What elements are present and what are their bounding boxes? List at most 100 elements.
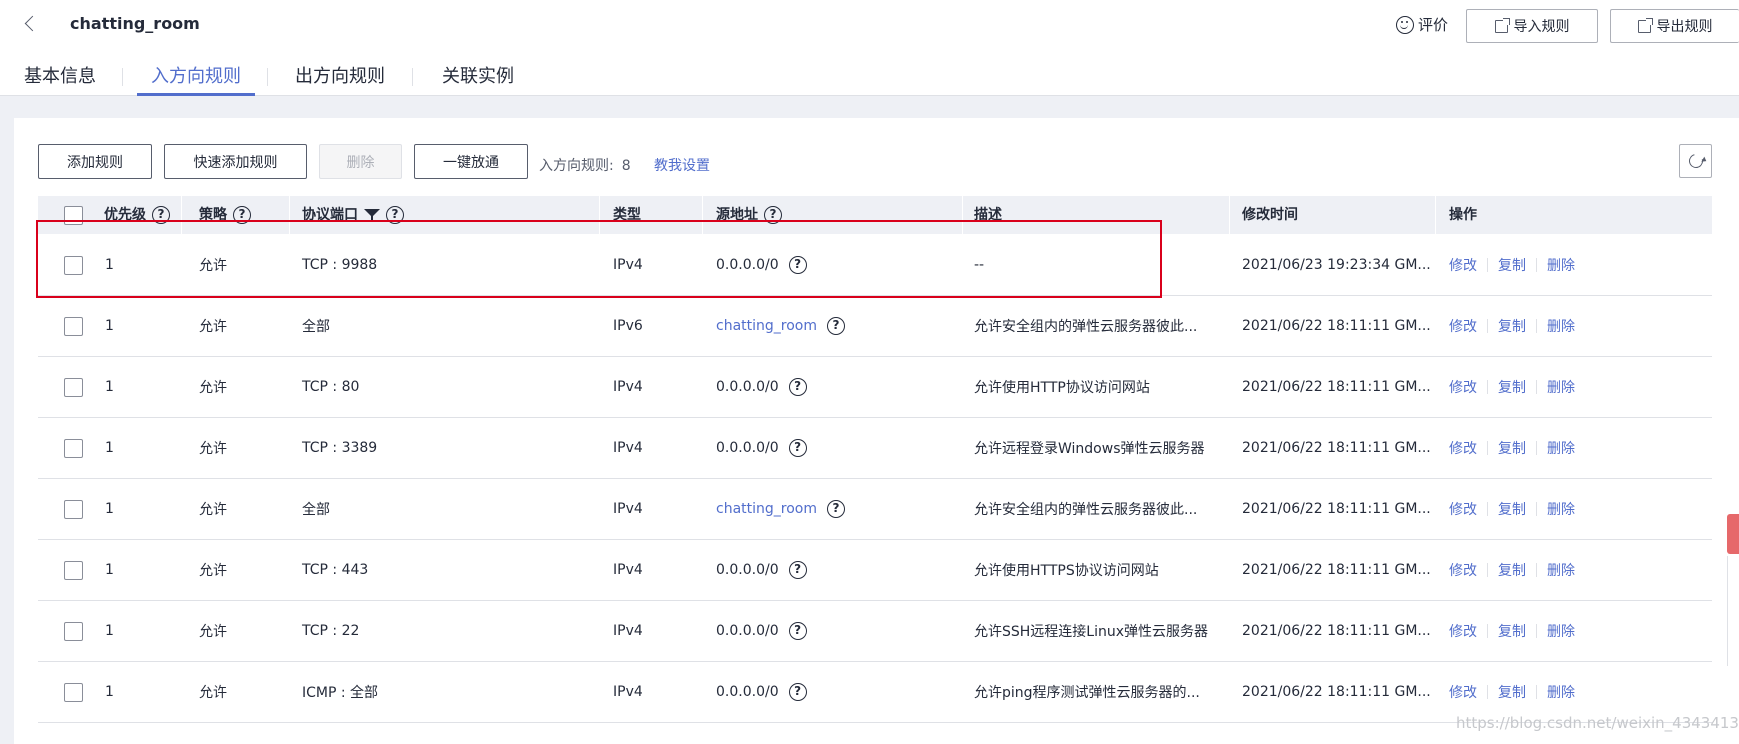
- copy-link[interactable]: 复制: [1498, 682, 1526, 702]
- row-checkbox[interactable]: [64, 682, 83, 702]
- select-all-checkbox[interactable]: [64, 205, 83, 225]
- action-divider: [1536, 319, 1537, 333]
- delete-link[interactable]: 删除: [1547, 560, 1575, 580]
- tab-associated-instances[interactable]: 关联实例: [442, 52, 514, 94]
- help-icon[interactable]: ?: [152, 206, 170, 224]
- modify-link[interactable]: 修改: [1449, 438, 1477, 458]
- table-row: 1 允许 全部 IPv4 chatting_room? 允许安全组内的弹性云服务器彼此..…: [38, 479, 1712, 540]
- copy-link[interactable]: 复制: [1498, 255, 1526, 275]
- column-divider: [289, 196, 290, 234]
- inbound-rule-count-value: 8: [621, 158, 631, 174]
- cell-priority: 1: [105, 684, 114, 700]
- column-policy: 策略 ?: [199, 196, 251, 234]
- cell-description: 允许ping程序测试弹性云服务器的...: [974, 685, 1200, 701]
- help-icon[interactable]: ?: [827, 317, 845, 335]
- table-row: 1 允许 TCP : 80 IPv4 0.0.0.0/0? 允许使用HTTP协议访问网站 2…: [38, 357, 1712, 418]
- refresh-icon: [1685, 151, 1706, 171]
- cell-modified: 2021/06/22 18:11:11 GM...: [1242, 318, 1431, 334]
- rate-link[interactable]: 评价: [1396, 14, 1448, 35]
- filter-icon[interactable]: [364, 207, 380, 223]
- modify-link[interactable]: 修改: [1449, 499, 1477, 519]
- import-rules-button[interactable]: 导入规则: [1466, 9, 1598, 43]
- cell-protocol-port: TCP : 9988: [302, 257, 378, 273]
- tab-outbound-rules[interactable]: 出方向规则: [295, 52, 385, 94]
- help-icon[interactable]: ?: [233, 206, 251, 224]
- cell-actions: 修改 复制 删除: [1449, 357, 1575, 417]
- row-checkbox[interactable]: [64, 621, 83, 641]
- source-value: 0.0.0.0/0: [716, 440, 779, 456]
- cell-type: IPv4: [613, 440, 643, 456]
- column-priority: 优先级 ?: [104, 196, 170, 234]
- cell-actions: 修改 复制 删除: [1449, 479, 1575, 539]
- delete-link[interactable]: 删除: [1547, 682, 1575, 702]
- modify-link[interactable]: 修改: [1449, 682, 1477, 702]
- modify-link[interactable]: 修改: [1449, 316, 1477, 336]
- delete-link[interactable]: 删除: [1547, 316, 1575, 336]
- delete-link[interactable]: 删除: [1547, 499, 1575, 519]
- cell-description: 允许SSH远程连接Linux弹性云服务器: [974, 624, 1209, 640]
- help-icon[interactable]: ?: [764, 206, 782, 224]
- tab-inbound-rules[interactable]: 入方向规则: [137, 52, 255, 96]
- table-row: 1 允许 全部 IPv6 chatting_room? 允许安全组内的弹性云服务器彼此..…: [38, 296, 1712, 357]
- table-row: 1 允许 TCP : 443 IPv4 0.0.0.0/0? 允许使用HTTPS协议访问网…: [38, 540, 1712, 601]
- copy-link[interactable]: 复制: [1498, 316, 1526, 336]
- delete-button[interactable]: 删除: [319, 144, 402, 179]
- tab-basic-info[interactable]: 基本信息: [24, 52, 96, 94]
- copy-link[interactable]: 复制: [1498, 438, 1526, 458]
- copy-link[interactable]: 复制: [1498, 499, 1526, 519]
- inbound-rule-count-label: 入方向规则:: [539, 158, 614, 174]
- modify-link[interactable]: 修改: [1449, 255, 1477, 275]
- cell-source: 0.0.0.0/0?: [716, 235, 807, 295]
- cell-modified: 2021/06/22 18:11:11 GM...: [1242, 501, 1431, 517]
- modify-link[interactable]: 修改: [1449, 560, 1477, 580]
- action-divider: [1536, 502, 1537, 516]
- cell-description: 允许安全组内的弹性云服务器彼此...: [974, 502, 1198, 518]
- side-feedback-tab[interactable]: [1727, 514, 1739, 554]
- modify-link[interactable]: 修改: [1449, 621, 1477, 641]
- help-icon[interactable]: ?: [788, 256, 807, 274]
- help-icon[interactable]: ?: [386, 206, 404, 224]
- source-value: 0.0.0.0/0: [716, 684, 779, 700]
- delete-link[interactable]: 删除: [1547, 255, 1575, 275]
- cell-protocol-port: TCP : 443: [302, 562, 369, 578]
- column-protocol-port-label: 协议端口: [302, 207, 358, 223]
- quick-add-rule-button[interactable]: 快速添加规则: [164, 144, 307, 179]
- action-divider: [1487, 502, 1488, 516]
- table-row: 1 允许 TCP : 22 IPv4 0.0.0.0/0? 允许SSH远程连接Linux弹…: [38, 601, 1712, 662]
- add-rule-button[interactable]: 添加规则: [38, 144, 152, 179]
- export-rules-button[interactable]: 导出规则: [1610, 9, 1739, 43]
- copy-link[interactable]: 复制: [1498, 621, 1526, 641]
- help-icon[interactable]: ?: [788, 683, 807, 701]
- copy-link[interactable]: 复制: [1498, 377, 1526, 397]
- help-icon[interactable]: ?: [788, 378, 807, 396]
- row-checkbox[interactable]: [64, 438, 83, 458]
- source-link[interactable]: chatting_room: [716, 501, 817, 517]
- table-row: 1 允许 TCP : 3389 IPv4 0.0.0.0/0? 允许远程登录Windows…: [38, 418, 1712, 479]
- cell-source: 0.0.0.0/0?: [716, 540, 807, 600]
- copy-link[interactable]: 复制: [1498, 560, 1526, 580]
- row-checkbox[interactable]: [64, 560, 83, 580]
- delete-link[interactable]: 删除: [1547, 377, 1575, 397]
- action-divider: [1536, 563, 1537, 577]
- row-checkbox[interactable]: [64, 255, 83, 275]
- action-divider: [1536, 685, 1537, 699]
- cell-protocol-port: 全部: [302, 502, 330, 518]
- help-icon[interactable]: ?: [788, 622, 807, 640]
- one-click-allow-button[interactable]: 一键放通: [414, 144, 528, 179]
- cell-policy: 允许: [199, 441, 227, 457]
- source-link[interactable]: chatting_room: [716, 318, 817, 334]
- row-checkbox[interactable]: [64, 377, 83, 397]
- teach-me-link[interactable]: 教我设置: [654, 155, 710, 175]
- delete-link[interactable]: 删除: [1547, 621, 1575, 641]
- cell-description: 允许使用HTTPS协议访问网站: [974, 563, 1159, 579]
- refresh-button[interactable]: [1679, 144, 1712, 178]
- cell-type: IPv4: [613, 501, 643, 517]
- help-icon[interactable]: ?: [788, 439, 807, 457]
- help-icon[interactable]: ?: [788, 561, 807, 579]
- row-checkbox[interactable]: [64, 316, 83, 336]
- delete-link[interactable]: 删除: [1547, 438, 1575, 458]
- modify-link[interactable]: 修改: [1449, 377, 1477, 397]
- back-icon[interactable]: [22, 14, 40, 34]
- row-checkbox[interactable]: [64, 499, 83, 519]
- help-icon[interactable]: ?: [827, 500, 845, 518]
